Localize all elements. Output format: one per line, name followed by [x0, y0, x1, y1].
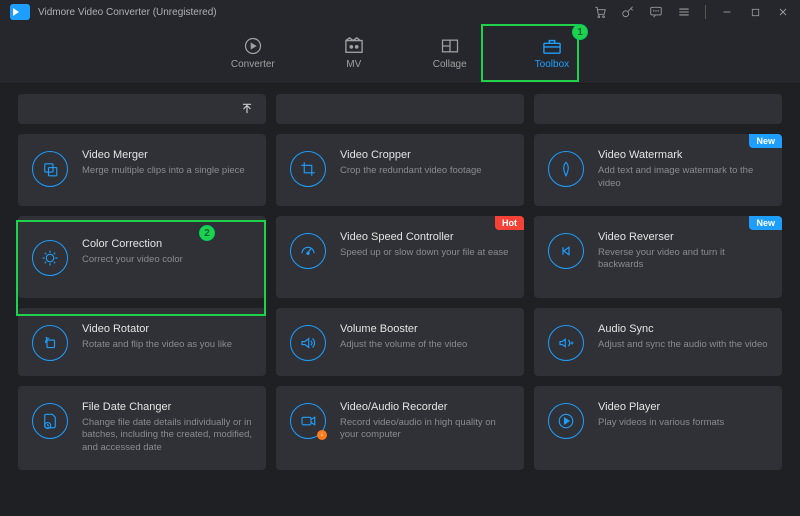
- color-icon: [32, 240, 68, 276]
- card-title: Video Player: [598, 401, 770, 413]
- toolbox-grid: Video Merger Merge multiple clips into a…: [18, 94, 782, 470]
- titlebar-controls: [593, 5, 790, 19]
- video-audio-recorder-card[interactable]: ↓ Video/Audio Recorder Record video/audi…: [276, 386, 524, 470]
- rotate-icon: [32, 325, 68, 361]
- card-title: Video Speed Controller: [340, 231, 512, 243]
- up-arrow-icon: [240, 101, 254, 117]
- card-desc: Rotate and flip the video as you like: [82, 339, 254, 352]
- merger-icon: [32, 151, 68, 187]
- card-desc: Add text and image watermark to the vide…: [598, 165, 770, 191]
- new-badge: New: [749, 216, 782, 230]
- sync-icon: [548, 325, 584, 361]
- date-icon: [32, 403, 68, 439]
- speed-icon: [290, 233, 326, 269]
- stub-card[interactable]: [18, 94, 266, 124]
- audio-sync-card[interactable]: Audio Sync Adjust and sync the audio wit…: [534, 308, 782, 376]
- video-speed-card[interactable]: Hot Video Speed Controller Speed up or s…: [276, 216, 524, 298]
- card-title: Video Watermark: [598, 149, 770, 161]
- card-desc: Adjust the volume of the video: [340, 339, 512, 352]
- reverse-icon: [548, 233, 584, 269]
- video-merger-card[interactable]: Video Merger Merge multiple clips into a…: [18, 134, 266, 206]
- stub-card[interactable]: [534, 94, 782, 124]
- tab-label: Converter: [231, 59, 275, 70]
- hot-badge: Hot: [495, 216, 524, 230]
- tab-label: Toolbox: [535, 59, 569, 70]
- tab-collage[interactable]: Collage: [425, 33, 475, 74]
- video-player-card[interactable]: Video Player Play videos in various form…: [534, 386, 782, 470]
- tab-label: Collage: [433, 59, 467, 70]
- recorder-icon: ↓: [290, 403, 326, 439]
- card-desc: Change file date details individually or…: [82, 417, 254, 455]
- video-rotator-card[interactable]: Video Rotator Rotate and flip the video …: [18, 308, 266, 376]
- card-desc: Merge multiple clips into a single piece: [82, 165, 254, 178]
- card-title: Video/Audio Recorder: [340, 401, 512, 413]
- watermark-icon: [548, 151, 584, 187]
- card-desc: Reverse your video and turn it backwards: [598, 247, 770, 273]
- new-badge: New: [749, 134, 782, 148]
- cropper-icon: [290, 151, 326, 187]
- cart-icon[interactable]: [593, 5, 607, 19]
- minimize-icon[interactable]: [720, 5, 734, 19]
- app-title: Vidmore Video Converter (Unregistered): [38, 7, 217, 18]
- video-cropper-card[interactable]: Video Cropper Crop the redundant video f…: [276, 134, 524, 206]
- tab-toolbox[interactable]: Toolbox: [527, 33, 577, 74]
- app-logo-icon: [10, 4, 30, 20]
- file-date-changer-card[interactable]: File Date Changer Change file date detai…: [18, 386, 266, 470]
- key-icon[interactable]: [621, 5, 635, 19]
- card-desc: Play videos in various formats: [598, 417, 770, 430]
- video-watermark-card[interactable]: New Video Watermark Add text and image w…: [534, 134, 782, 206]
- card-title: Video Rotator: [82, 323, 254, 335]
- converter-icon: [242, 37, 264, 55]
- card-desc: Correct your video color: [82, 254, 254, 267]
- color-correction-card[interactable]: Color Correction Correct your video colo…: [18, 216, 266, 298]
- stub-card[interactable]: [276, 94, 524, 124]
- card-title: File Date Changer: [82, 401, 254, 413]
- player-icon: [548, 403, 584, 439]
- card-desc: Crop the redundant video footage: [340, 165, 512, 178]
- card-title: Color Correction: [82, 238, 254, 250]
- card-title: Audio Sync: [598, 323, 770, 335]
- tab-label: MV: [346, 59, 361, 70]
- card-title: Video Cropper: [340, 149, 512, 161]
- toolbox-icon: [541, 37, 563, 55]
- toolbox-grid-container: Video Merger Merge multiple clips into a…: [0, 84, 800, 516]
- video-reverser-card[interactable]: New Video Reverser Reverse your video an…: [534, 216, 782, 298]
- tabbar: Converter MV Collage Toolbox: [0, 24, 800, 84]
- menu-icon[interactable]: [677, 5, 691, 19]
- titlebar: Vidmore Video Converter (Unregistered): [0, 0, 800, 24]
- tab-converter[interactable]: Converter: [223, 33, 283, 74]
- maximize-icon[interactable]: [748, 5, 762, 19]
- volume-icon: [290, 325, 326, 361]
- close-icon[interactable]: [776, 5, 790, 19]
- feedback-icon[interactable]: [649, 5, 663, 19]
- card-title: Volume Booster: [340, 323, 512, 335]
- tab-mv[interactable]: MV: [335, 33, 373, 74]
- card-desc: Speed up or slow down your file at ease: [340, 247, 512, 260]
- card-desc: Record video/audio in high quality on yo…: [340, 417, 512, 443]
- volume-booster-card[interactable]: Volume Booster Adjust the volume of the …: [276, 308, 524, 376]
- card-title: Video Reverser: [598, 231, 770, 243]
- download-dot-icon: ↓: [317, 430, 327, 440]
- collage-icon: [439, 37, 461, 55]
- card-title: Video Merger: [82, 149, 254, 161]
- card-desc: Adjust and sync the audio with the video: [598, 339, 770, 352]
- mv-icon: [343, 37, 365, 55]
